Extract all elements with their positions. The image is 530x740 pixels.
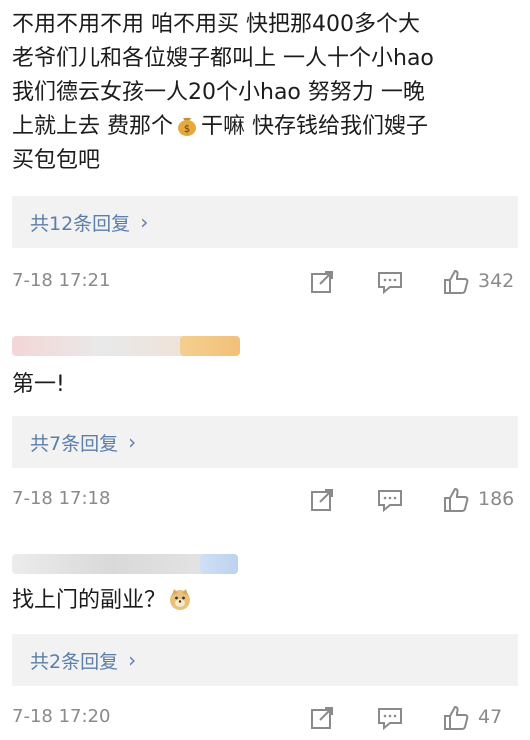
share-icon[interactable] — [308, 704, 336, 732]
comment-line: 买包包吧 — [12, 148, 101, 173]
replies-link[interactable]: 共7条回复 › — [12, 416, 518, 468]
blurred-badge — [200, 554, 238, 574]
replies-label: 共2条回复 — [30, 650, 119, 673]
comment-meta: 7-18 17:21 342 — [12, 268, 518, 298]
replies-label: 共7条回复 — [30, 432, 119, 455]
comment-line: 上就上去 费那个 $ 干嘛 快存钱给我们嫂子 — [12, 110, 522, 144]
username-blurred[interactable] — [12, 336, 252, 358]
doge-icon — [168, 587, 192, 611]
comment-icon[interactable] — [376, 704, 404, 732]
chevron-right-icon: › — [128, 430, 137, 454]
comment-text: 找上门的副业？ — [12, 584, 522, 618]
chevron-right-icon: › — [140, 210, 149, 234]
comment-text: 第一! — [12, 372, 65, 397]
like-count: 47 — [478, 706, 503, 728]
comment-3: 找上门的副业？ 共2条回复 › 7-18 17:20 47 — [0, 532, 530, 740]
thumbs-up-icon[interactable] — [442, 268, 470, 296]
thumbs-up-icon[interactable] — [442, 704, 470, 732]
comment-line-part: 找上门的副业？ — [12, 588, 167, 613]
blurred-name — [12, 554, 212, 574]
comment-line: 不用不用不用 咱不用买 快把那400多个大 — [12, 12, 420, 37]
comment-line: 我们德云女孩一人20个小hao 努努力 一晚 — [12, 80, 425, 105]
replies-link[interactable]: 共2条回复 › — [12, 634, 518, 686]
comment-line: 老爷们儿和各位嫂子都叫上 一人十个小hao — [12, 46, 434, 71]
svg-text:$: $ — [184, 124, 190, 135]
comment-1: 不用不用不用 咱不用买 快把那400多个大 老爷们儿和各位嫂子都叫上 一人十个小… — [0, 0, 530, 300]
comment-meta: 7-18 17:18 186 — [12, 486, 518, 516]
chevron-right-icon: › — [128, 648, 137, 672]
replies-label: 共12条回复 — [30, 212, 131, 235]
comment-icon[interactable] — [376, 268, 404, 296]
share-icon[interactable] — [308, 486, 336, 514]
like-count: 186 — [478, 488, 515, 510]
comment-meta: 7-18 17:20 47 — [12, 704, 518, 734]
money-bag-icon: $ — [175, 113, 199, 137]
thumbs-up-icon[interactable] — [442, 486, 470, 514]
comment-2: 第一! 共7条回复 › 7-18 17:18 186 — [0, 312, 530, 532]
comment-icon[interactable] — [376, 486, 404, 514]
comment-line-part: 上就上去 费那个 — [12, 114, 173, 139]
timestamp: 7-18 17:20 — [12, 706, 111, 727]
comment-line-part: 干嘛 快存钱给我们嫂子 — [201, 114, 428, 139]
username-blurred[interactable] — [12, 554, 242, 576]
replies-link[interactable]: 共12条回复 › — [12, 196, 518, 248]
blurred-badge — [180, 336, 240, 356]
timestamp: 7-18 17:21 — [12, 270, 111, 291]
share-icon[interactable] — [308, 268, 336, 296]
comment-text: 不用不用不用 咱不用买 快把那400多个大 老爷们儿和各位嫂子都叫上 一人十个小… — [12, 8, 522, 178]
like-count: 342 — [478, 270, 515, 292]
blurred-name — [12, 336, 192, 356]
timestamp: 7-18 17:18 — [12, 488, 111, 509]
